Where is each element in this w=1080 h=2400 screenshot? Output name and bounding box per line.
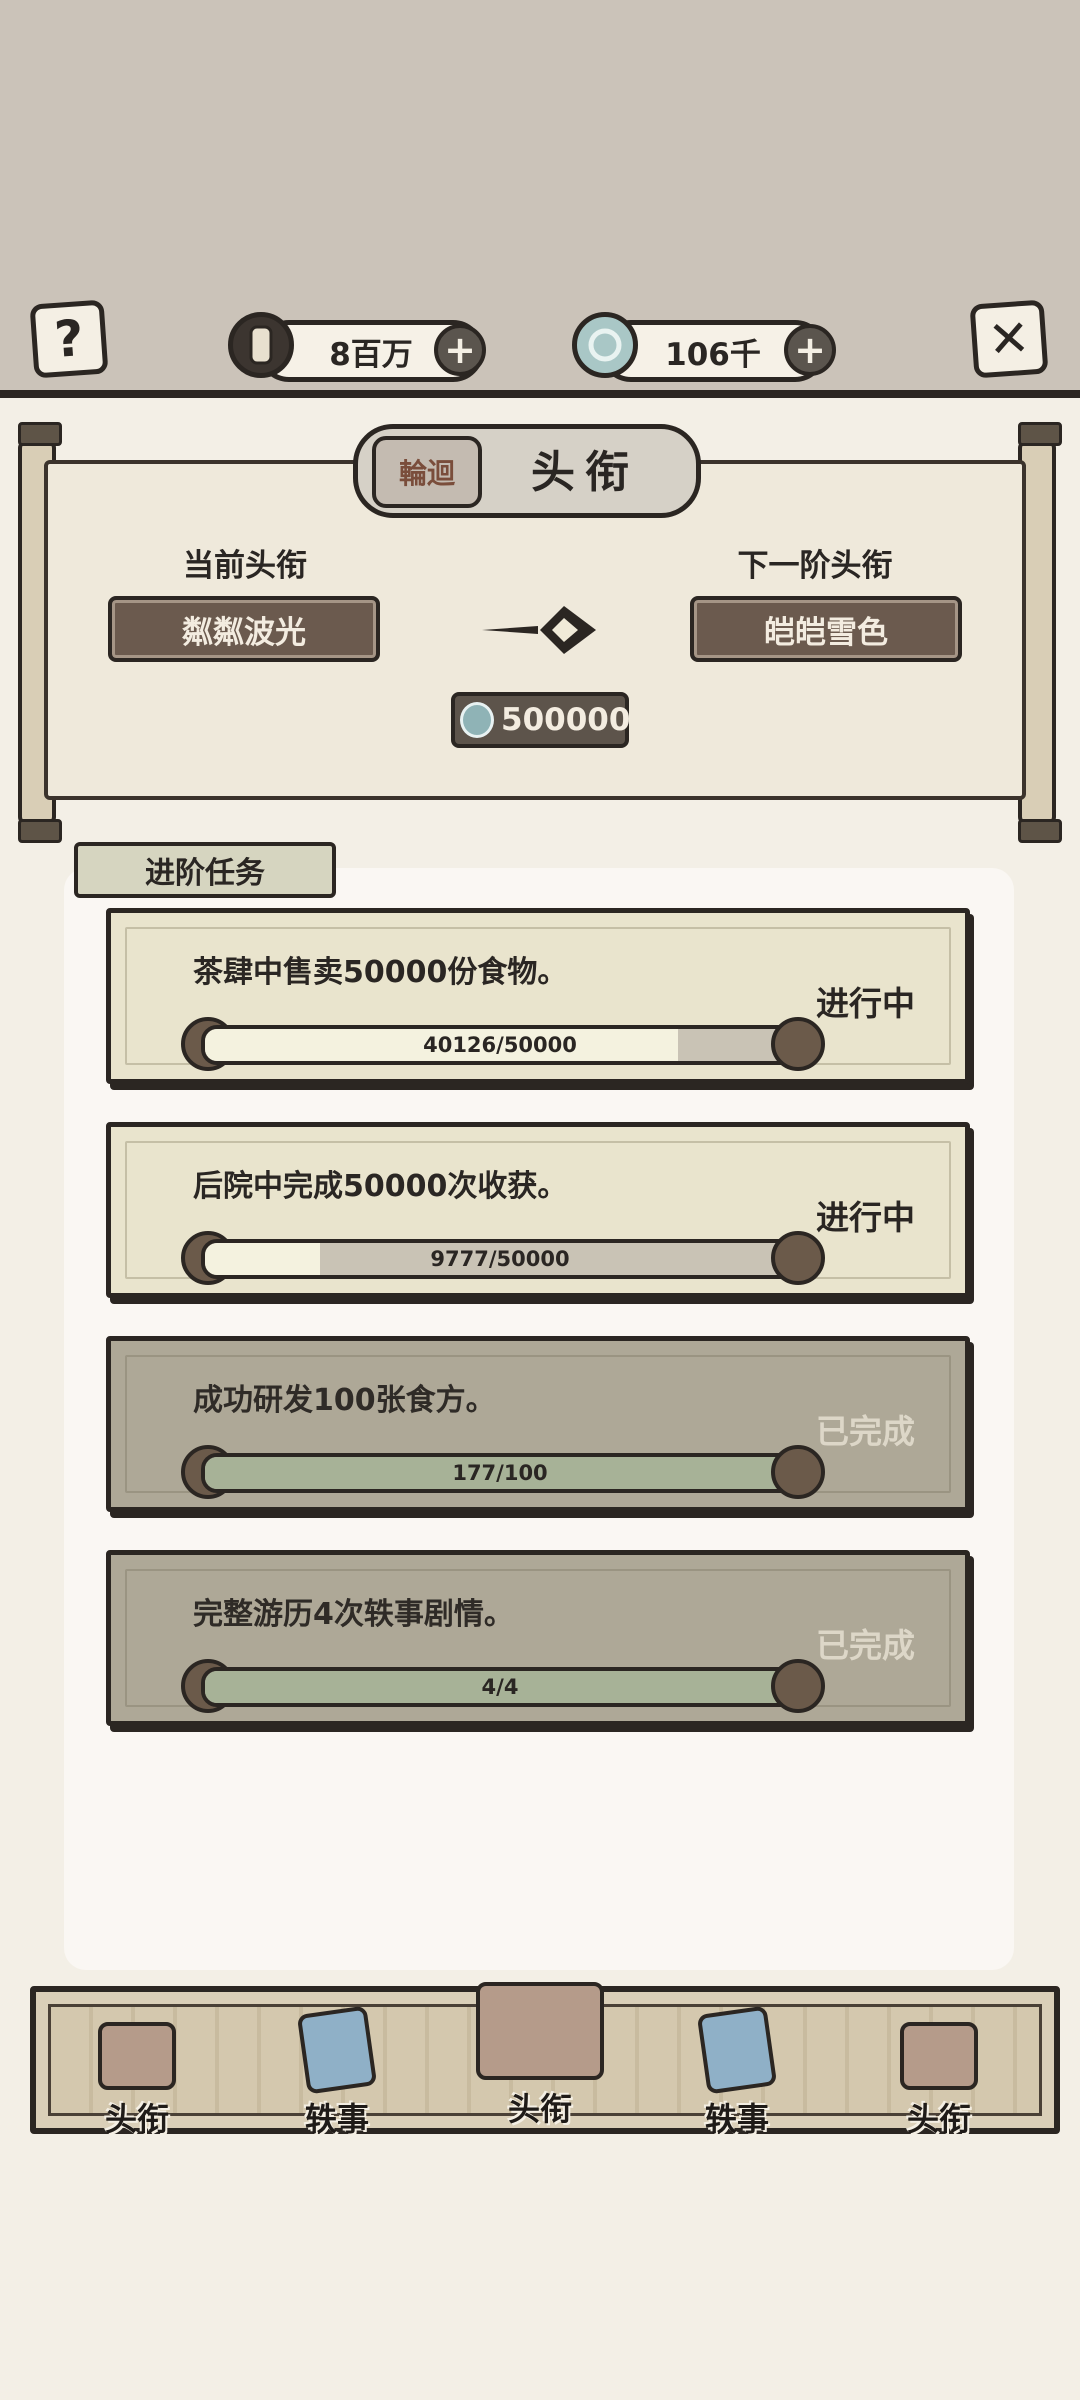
task-progress-text: 40126/50000 bbox=[423, 1033, 577, 1057]
task-description: 成功研发100张食方。 bbox=[193, 1383, 496, 1418]
progress-cap-right bbox=[771, 1445, 825, 1499]
task-progress-text: 177/100 bbox=[452, 1461, 548, 1485]
task-card: 完整游历4次轶事剧情。 4/4 已完成 bbox=[106, 1550, 970, 1726]
add-jade-button[interactable]: + bbox=[784, 324, 836, 376]
jade-value: 106千 bbox=[665, 336, 761, 373]
coins-value: 8百万 bbox=[329, 336, 413, 373]
nav-label: 轶事 bbox=[304, 2100, 369, 2138]
top-bar bbox=[0, 0, 1080, 398]
next-title-value: 皑皑雪色 bbox=[690, 596, 962, 662]
add-coins-button[interactable]: + bbox=[434, 324, 486, 376]
progress-cap-right bbox=[771, 1659, 825, 1713]
task-card: 成功研发100张食方。 177/100 已完成 bbox=[106, 1336, 970, 1512]
jade-icon bbox=[572, 312, 638, 378]
top-bar-divider bbox=[0, 390, 1080, 398]
task-progress-text: 9777/50000 bbox=[430, 1247, 570, 1271]
task-status: 已完成 bbox=[816, 1626, 915, 1665]
close-icon: ✕ bbox=[986, 308, 1032, 370]
task-card: 茶肆中售卖50000份食物。 40126/50000 进行中 bbox=[106, 908, 970, 1084]
task-status: 进行中 bbox=[816, 1198, 915, 1237]
plus-icon: + bbox=[794, 328, 826, 372]
scroll-icon bbox=[296, 2005, 378, 2095]
upgrade-cost-value: 500000 bbox=[501, 702, 631, 738]
nav-label: 头衔 bbox=[507, 2090, 572, 2128]
task-description: 茶肆中售卖50000份食物。 bbox=[193, 955, 568, 990]
task-progress-bar: 4/4 bbox=[201, 1667, 799, 1707]
jade-icon bbox=[460, 702, 494, 738]
next-title-label: 下一阶头衔 bbox=[737, 548, 893, 584]
coin-icon bbox=[228, 312, 294, 378]
nav-item-title-center[interactable]: 头衔 bbox=[460, 1978, 620, 2130]
task-description: 完整游历4次轶事剧情。 bbox=[193, 1597, 514, 1632]
current-title-value: 粼粼波光 bbox=[108, 596, 380, 662]
nav-item-title-1[interactable]: 头衔 bbox=[62, 2010, 212, 2140]
reincarnation-seal-icon: 輪迴 bbox=[372, 436, 482, 508]
current-title-label: 当前头衔 bbox=[183, 548, 307, 584]
task-progress-bar: 177/100 bbox=[201, 1453, 799, 1493]
seal-icon bbox=[900, 2022, 978, 2090]
seal-icon bbox=[476, 1982, 604, 2080]
task-progress-bar: 40126/50000 bbox=[201, 1025, 799, 1065]
help-button[interactable]: ? bbox=[29, 299, 109, 379]
nav-label: 轶事 bbox=[704, 2100, 769, 2138]
progress-cap-right bbox=[771, 1017, 825, 1071]
task-status: 进行中 bbox=[816, 984, 915, 1023]
nav-item-anecdotes-2[interactable]: 轶事 bbox=[662, 2005, 812, 2140]
nav-label: 头衔 bbox=[906, 2100, 971, 2138]
progress-cap-right bbox=[771, 1231, 825, 1285]
seal-icon bbox=[98, 2022, 176, 2090]
task-description: 后院中完成50000次收获。 bbox=[193, 1169, 568, 1204]
nav-item-title-2[interactable]: 头衔 bbox=[864, 2010, 1014, 2140]
task-progress-text: 4/4 bbox=[481, 1675, 519, 1699]
tasks-section-title: 进阶任务 bbox=[74, 842, 336, 898]
task-card: 后院中完成50000次收获。 9777/50000 进行中 bbox=[106, 1122, 970, 1298]
page-title: 头衔 bbox=[531, 447, 639, 498]
arrow-right-icon bbox=[482, 606, 596, 654]
plus-icon: + bbox=[444, 328, 476, 372]
nav-label: 头衔 bbox=[104, 2100, 169, 2138]
close-button[interactable]: ✕ bbox=[969, 299, 1049, 379]
task-status: 已完成 bbox=[816, 1412, 915, 1451]
seal-text: 輪迴 bbox=[398, 457, 455, 490]
nav-item-anecdotes-1[interactable]: 轶事 bbox=[262, 2005, 412, 2140]
scroll-icon bbox=[696, 2005, 778, 2095]
task-progress-bar: 9777/50000 bbox=[201, 1239, 799, 1279]
question-mark-icon: ? bbox=[52, 309, 86, 369]
